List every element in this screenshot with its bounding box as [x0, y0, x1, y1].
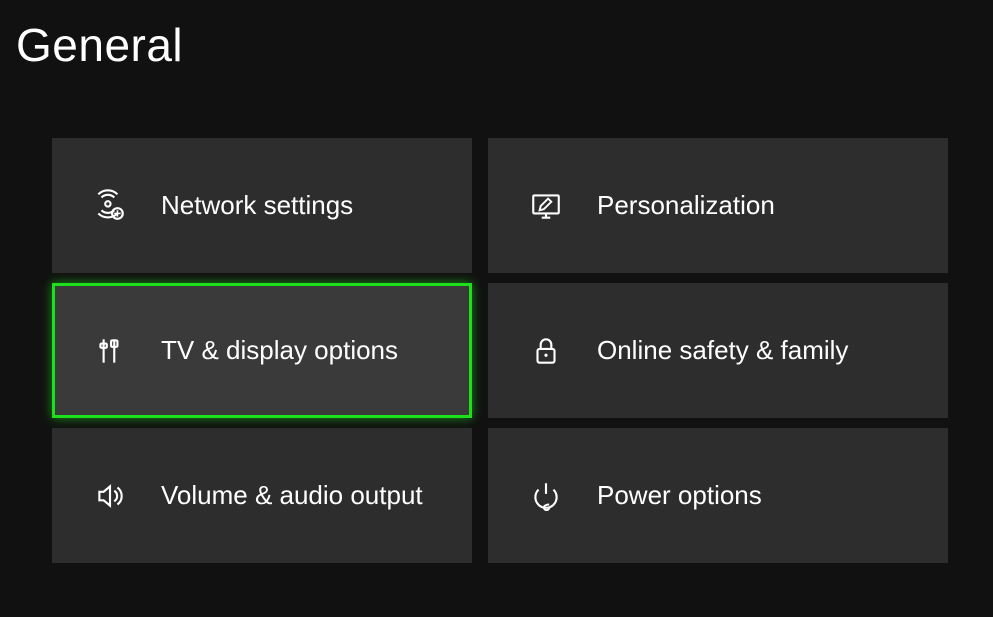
- tile-tv-display-options[interactable]: TV & display options: [52, 283, 472, 418]
- lock-icon: [527, 332, 565, 370]
- tile-label: Online safety & family: [597, 335, 848, 366]
- tile-personalization[interactable]: Personalization: [488, 138, 948, 273]
- tile-volume-audio-output[interactable]: Volume & audio output: [52, 428, 472, 563]
- tile-label: Volume & audio output: [161, 480, 423, 511]
- tile-power-options[interactable]: Power options: [488, 428, 948, 563]
- power-icon: [527, 477, 565, 515]
- tile-label: Personalization: [597, 190, 775, 221]
- settings-grid: Network settings Personalization TV & di…: [52, 138, 952, 563]
- tile-label: Network settings: [161, 190, 353, 221]
- tile-label: TV & display options: [161, 335, 398, 366]
- page-title: General: [0, 0, 993, 72]
- display-icon: [91, 332, 129, 370]
- tile-network-settings[interactable]: Network settings: [52, 138, 472, 273]
- tile-online-safety-family[interactable]: Online safety & family: [488, 283, 948, 418]
- personalization-icon: [527, 187, 565, 225]
- network-icon: [91, 187, 129, 225]
- volume-icon: [91, 477, 129, 515]
- tile-label: Power options: [597, 480, 762, 511]
